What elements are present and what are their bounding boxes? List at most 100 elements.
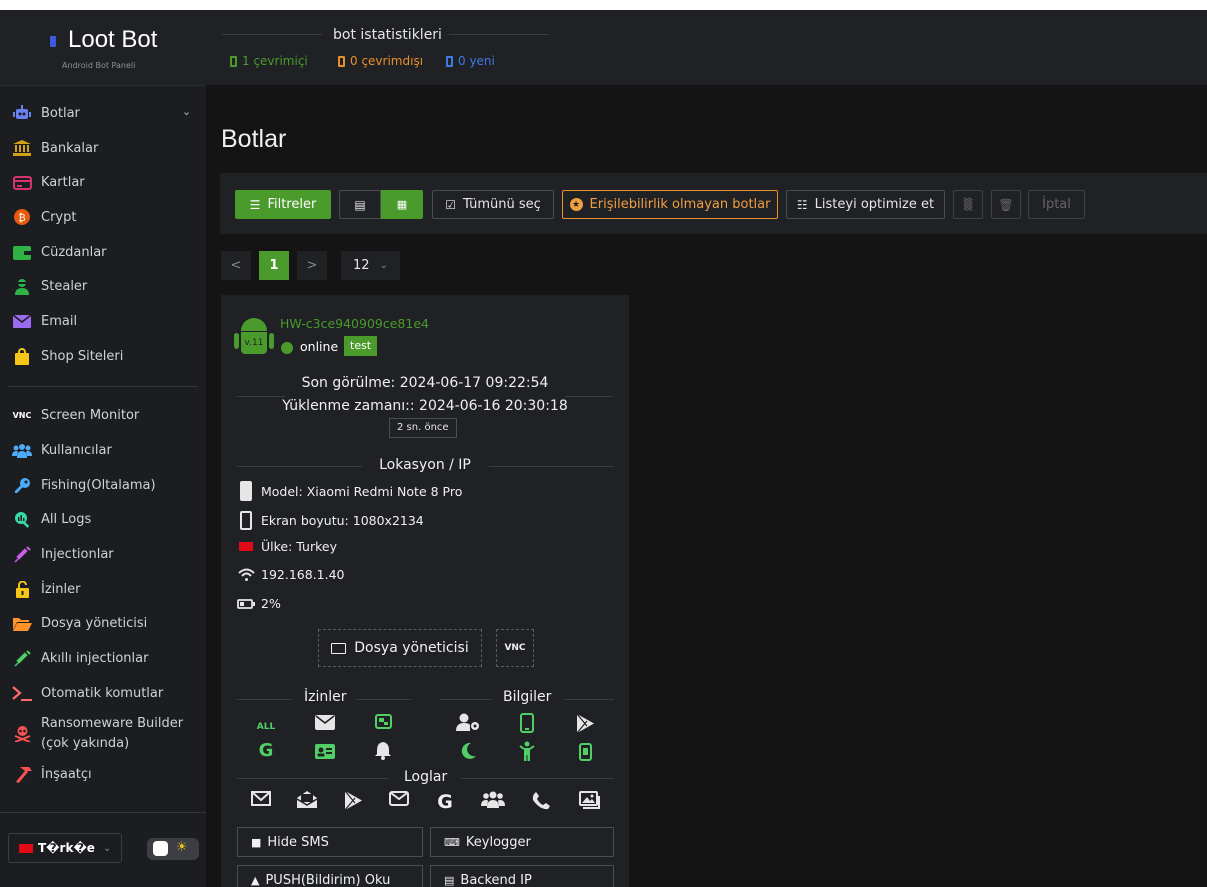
no-accessibility-bots-button[interactable]: ★ Erişilebilirlik olmayan botlar	[562, 190, 778, 219]
bot-id-link[interactable]: HW-c3ce940909ce81e4	[280, 316, 429, 331]
gmail-icon[interactable]	[249, 791, 273, 811]
sidebar-item-label: Dosya yöneticisi	[41, 616, 148, 632]
per-page-value: 12	[353, 258, 370, 273]
theme-toggle[interactable]: ☀	[147, 838, 199, 860]
optimize-list-button[interactable]: ☷ Listeyi optimize et	[786, 190, 945, 219]
folder-icon	[331, 642, 347, 654]
sidebar-item-izinler[interactable]: İzinler	[0, 572, 206, 607]
grid-view-icon: ▦	[396, 198, 408, 211]
terminal-button[interactable]: ▒	[953, 190, 983, 219]
language-select[interactable]: T�rk�e ⌄	[8, 833, 122, 863]
users-icon[interactable]	[481, 791, 505, 813]
google-icon[interactable]: G	[433, 791, 457, 813]
cancel-label: İptal	[1042, 197, 1071, 212]
installed-at: Yüklenme zamanı:: 2024-06-16 20:30:18	[282, 398, 568, 414]
envelope-open-icon[interactable]	[295, 791, 319, 813]
toggle-knob	[153, 841, 168, 856]
sidebar-item-stealer[interactable]: Stealer	[0, 269, 206, 304]
sidebar-item-all-logs[interactable]: All Logs	[0, 503, 206, 538]
brand-subtitle: Android Bot Paneli	[62, 61, 136, 70]
sidebar-item-kullanicilar[interactable]: Kullanıcılar	[0, 433, 206, 468]
optimize-label: Listeyi optimize et	[814, 197, 935, 212]
sidebar-item-label: Kartlar	[41, 175, 85, 191]
grid-view-button[interactable]: ▦	[381, 190, 423, 219]
bell-icon	[371, 741, 395, 764]
child-icon	[515, 741, 539, 765]
vnc-icon: VNC	[12, 411, 32, 421]
bot-card[interactable]: v.11 HW-c3ce940909ce81e4 online test Son…	[221, 295, 629, 887]
sidebar-item-bankalar[interactable]: Bankalar	[0, 131, 206, 166]
sitemap-icon: ☷	[796, 197, 808, 212]
info-title: Bilgiler	[503, 689, 552, 705]
sidebar-item-label: Stealer	[41, 279, 88, 295]
sidebar-item-fishing[interactable]: Fishing(Oltalama)	[0, 468, 206, 503]
key-icon	[12, 475, 32, 495]
accessibility-icon: ★	[569, 198, 583, 211]
stat-offline: 0 çevrimdışı	[338, 54, 423, 68]
phone-icon	[338, 55, 345, 67]
sidebar-item-cuzdanlar[interactable]: Cüzdanlar	[0, 235, 206, 270]
next-page-button[interactable]: >	[297, 251, 327, 280]
sidebar-item-label: Fishing(Oltalama)	[41, 477, 156, 493]
sidebar-item-kartlar[interactable]: Kartlar	[0, 165, 206, 200]
prev-page-button[interactable]: <	[221, 251, 251, 280]
turkey-flag-icon	[237, 542, 255, 551]
cancel-button[interactable]: İptal	[1028, 190, 1085, 219]
keylogger-button[interactable]: ⌨ Keylogger	[430, 827, 614, 857]
select-all-button[interactable]: ☑ Tümünü seç	[432, 190, 554, 219]
sidebar-item-dosya-yoneticisi[interactable]: Dosya yöneticisi	[0, 607, 206, 642]
sidebar-item-screen-monitor[interactable]: VNC Screen Monitor	[0, 399, 206, 434]
sidebar-item-label: Bankalar	[41, 140, 99, 156]
sidebar-item-ransomware-builder[interactable]: Ransomeware Builder (çok yakında)	[0, 711, 206, 757]
sidebar-item-label: Botlar	[41, 105, 80, 121]
vnc-button[interactable]: VNC	[496, 629, 534, 667]
select-all-label: Tümünü seç	[462, 197, 541, 212]
divider	[440, 699, 492, 700]
push-read-button[interactable]: ▲ PUSH(Bildirim) Oku	[237, 865, 423, 887]
credit-card-icon	[12, 173, 32, 193]
folder-open-icon	[12, 614, 32, 634]
page-1-button[interactable]: 1	[259, 251, 289, 280]
sidebar-item-crypt[interactable]: ₿ Crypt	[0, 200, 206, 235]
model-label: Model: Xiaomi Redmi Note 8 Pro	[261, 483, 463, 499]
list-view-button[interactable]: ▤	[339, 190, 381, 219]
stat-new-label: 0 yeni	[458, 54, 495, 68]
wallet-icon	[12, 242, 32, 262]
phone-icon	[230, 55, 237, 67]
backend-ip-button[interactable]: ▤ Backend IP	[430, 865, 614, 887]
sidebar-item-shop-siteleri[interactable]: Shop Siteleri	[0, 339, 206, 374]
file-manager-button[interactable]: Dosya yöneticisi	[318, 629, 482, 667]
phone-call-icon[interactable]	[529, 791, 553, 815]
sidebar-item-akilli-injectionlar[interactable]: Akıllı injectionlar	[0, 641, 206, 676]
images-icon[interactable]	[577, 791, 601, 814]
permissions-title: İzinler	[304, 689, 347, 705]
skull-icon	[12, 724, 32, 744]
hide-sms-button[interactable]: ■ Hide SMS	[237, 827, 423, 857]
trash-icon: 🗑	[998, 197, 1014, 212]
sidebar-item-botlar[interactable]: Botlar ⌄	[0, 96, 206, 131]
delete-button[interactable]: 🗑	[991, 190, 1021, 219]
divider	[565, 396, 613, 397]
sidebar-item-email[interactable]: Email	[0, 304, 206, 339]
chevron-down-icon[interactable]: ⌄	[182, 105, 191, 118]
chevron-down-icon: ⌄	[102, 842, 112, 854]
play-store-icon[interactable]	[341, 790, 365, 815]
brand-name[interactable]: Loot Bot	[68, 26, 157, 54]
battery-row: 2%	[237, 596, 281, 611]
sidebar-item-label: İnşaatçı	[41, 766, 92, 782]
hammer-icon	[12, 764, 32, 784]
sidebar-item-insaatci[interactable]: İnşaatçı	[0, 757, 206, 792]
per-page-select[interactable]: 12 ⌄	[341, 251, 400, 280]
ip-label: 192.168.1.40	[261, 567, 345, 582]
location-title: Lokasyon / IP	[379, 457, 471, 473]
sidebar-item-label: Otomatik komutlar	[41, 685, 164, 701]
bot-tag-badge[interactable]: test	[344, 336, 378, 356]
envelope-icon	[313, 715, 337, 734]
sidebar-item-otomatik-komutlar[interactable]: Otomatik komutlar	[0, 676, 206, 711]
filters-button[interactable]: ☰ Filtreler	[235, 190, 331, 219]
sun-icon: ☀	[176, 840, 188, 855]
keylogger-label: Keylogger	[465, 834, 531, 850]
envelope-icon[interactable]	[387, 791, 411, 811]
sidebar-item-injectionlar[interactable]: Injectionlar	[0, 537, 206, 572]
svg-text:₿: ₿	[18, 212, 25, 224]
